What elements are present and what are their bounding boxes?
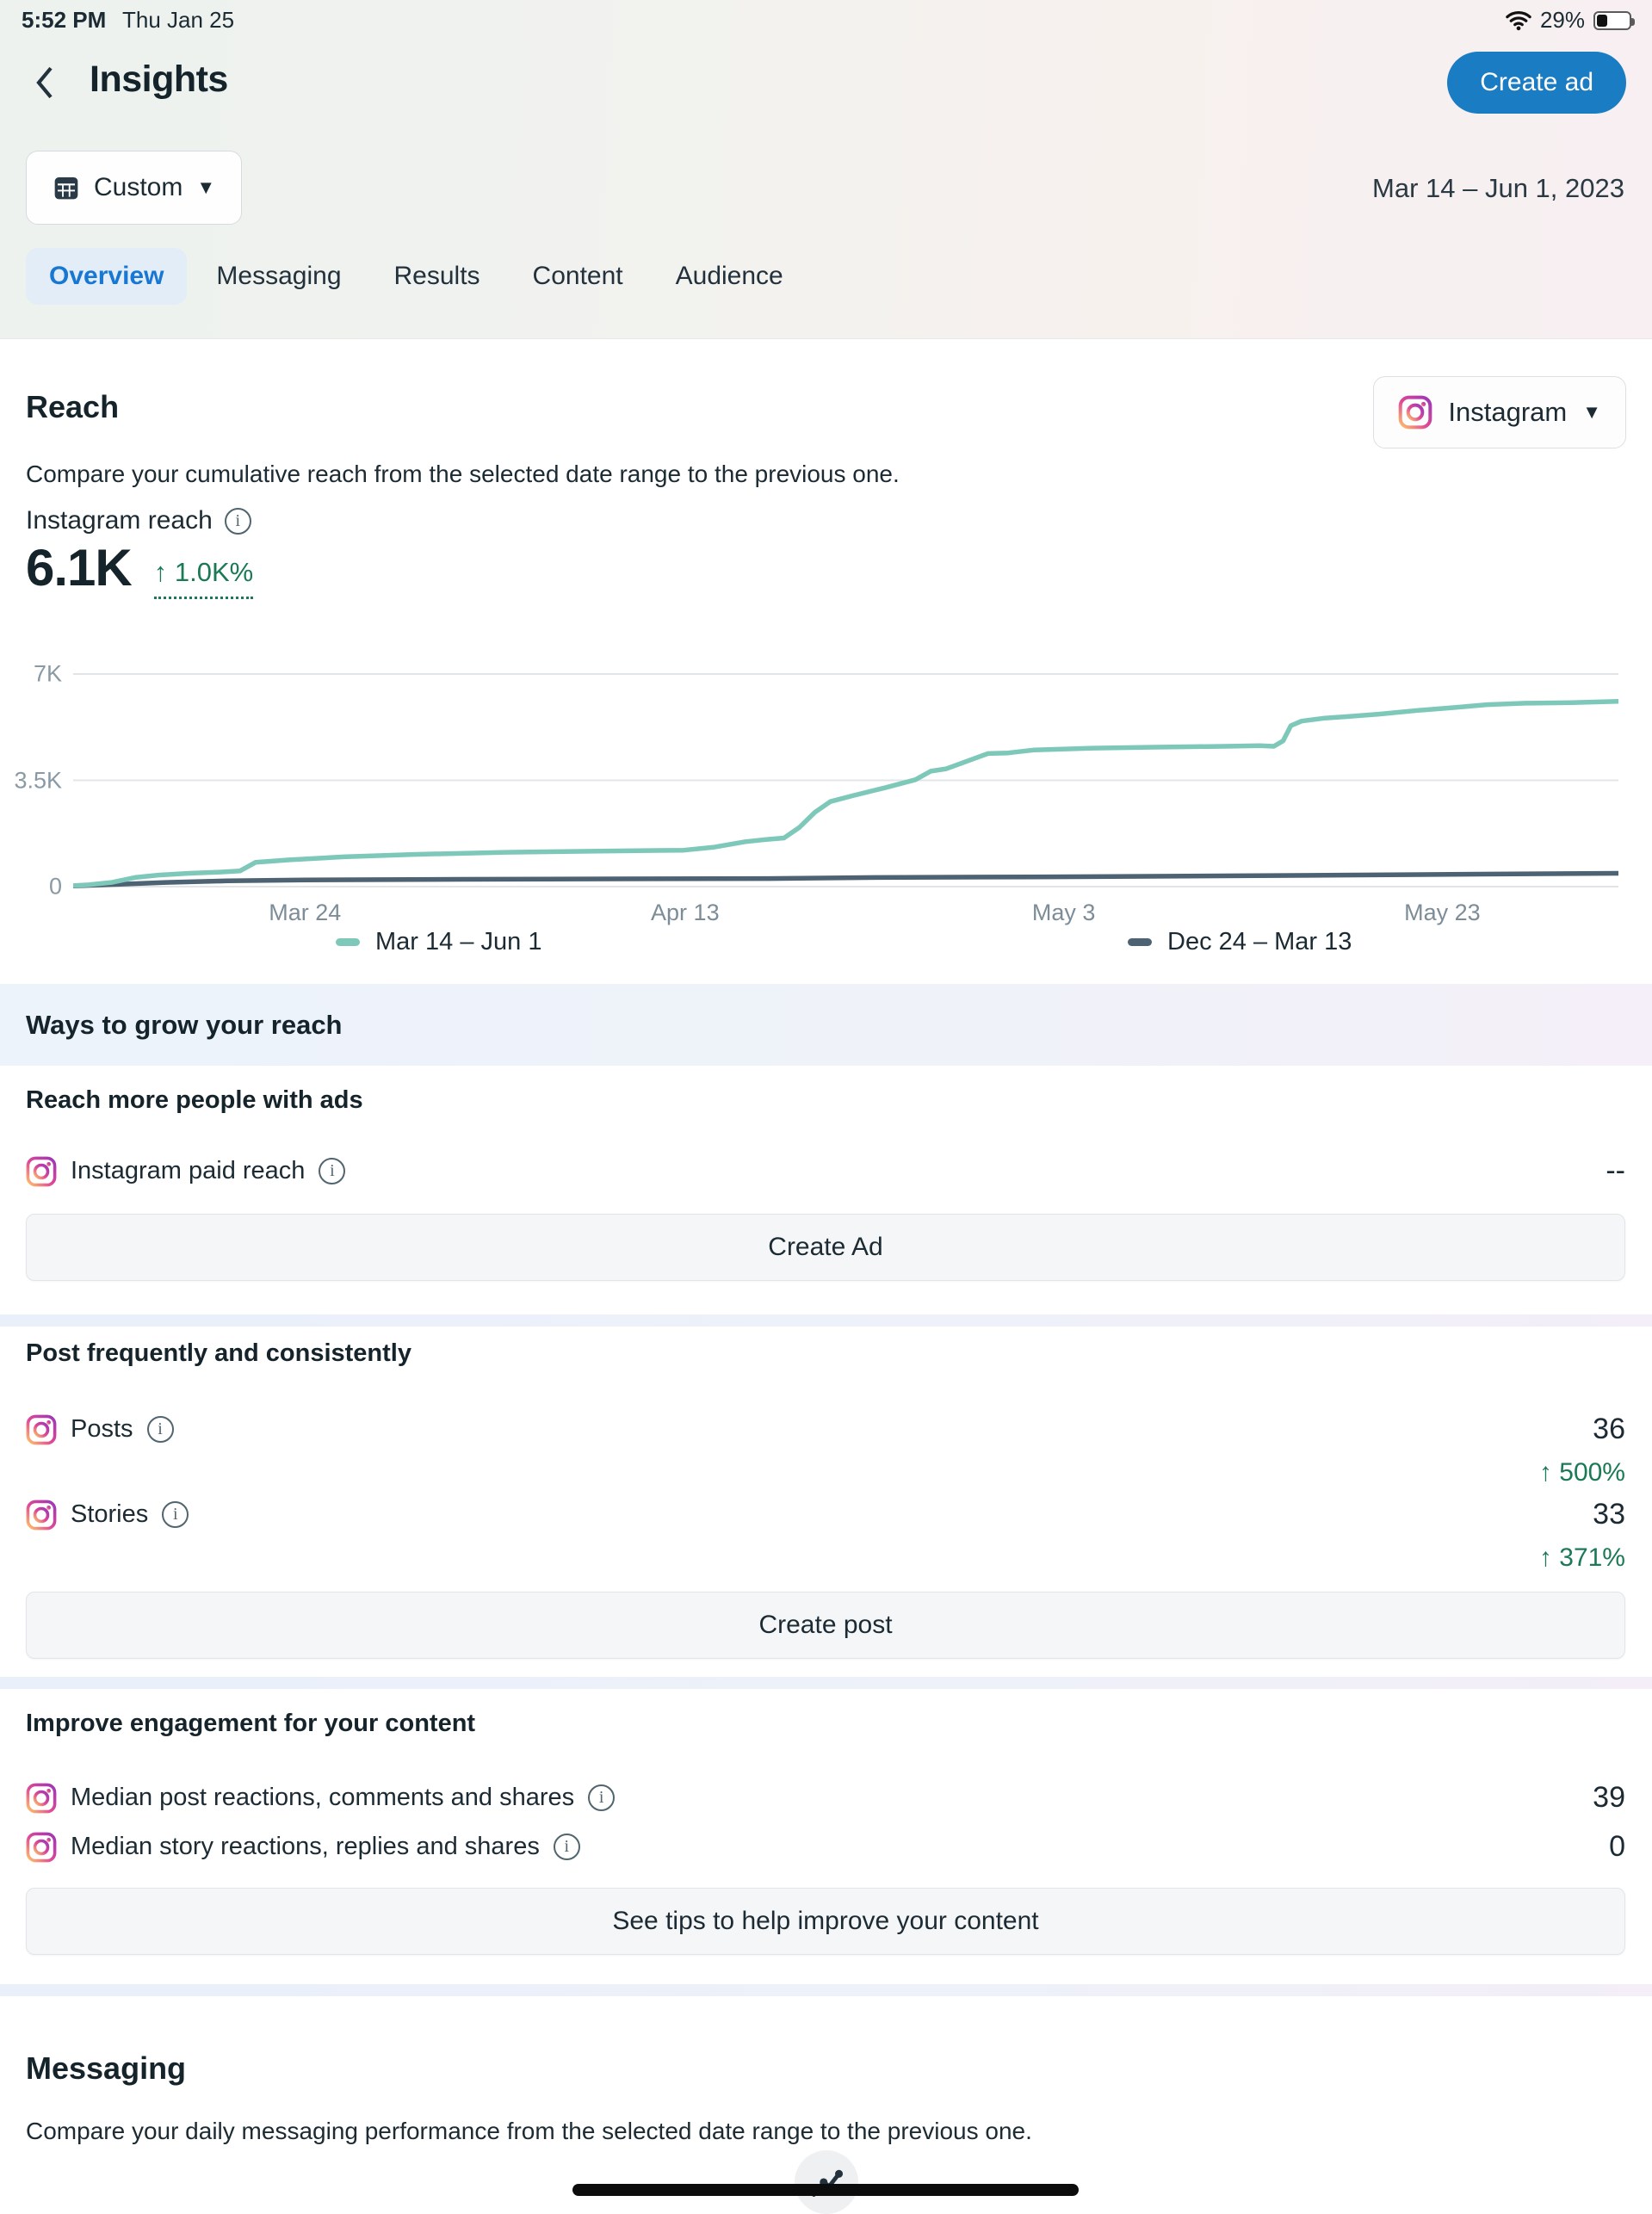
info-icon[interactable]: i: [162, 1501, 189, 1528]
ads-section-title: Reach more people with ads: [26, 1086, 363, 1114]
date-range-label: Mar 14 – Jun 1, 2023: [1372, 173, 1624, 203]
reach-section-title: Reach: [26, 389, 120, 424]
tab-results[interactable]: Results: [371, 248, 504, 305]
posting-section: Post frequently and consistently Posts i…: [26, 1339, 1625, 1659]
legend-item-previous: Dec 24 – Mar 13: [1128, 928, 1352, 956]
legend-item-current: Mar 14 – Jun 1: [336, 928, 541, 956]
instagram-icon: [26, 1156, 57, 1186]
legend-swatch-current: [336, 938, 360, 946]
line-chart: [73, 673, 1618, 889]
section-divider: [0, 1314, 1652, 1327]
info-icon[interactable]: i: [224, 507, 251, 535]
x-tick: May 23: [1404, 900, 1481, 925]
x-tick: Mar 24: [269, 900, 342, 925]
tab-bar: Overview Messaging Results Content Audie…: [26, 248, 813, 305]
battery-percent: 29%: [1539, 7, 1585, 33]
instagram-icon: [26, 1414, 57, 1444]
create-post-button[interactable]: Create post: [26, 1592, 1625, 1659]
create-ad-button[interactable]: Create ad: [1447, 52, 1626, 114]
date-filter-label: Custom: [94, 173, 183, 201]
engagement-section: Improve engagement for your content Medi…: [26, 1710, 1625, 1955]
instagram-icon: [26, 1783, 57, 1813]
median-post-row: Median post reactions, comments and shar…: [26, 1781, 1625, 1815]
instagram-icon: [26, 1832, 57, 1862]
median-post-value: 39: [1593, 1781, 1625, 1814]
info-icon[interactable]: i: [553, 1834, 580, 1860]
x-tick: May 3: [1031, 900, 1096, 925]
platform-selector-label: Instagram: [1448, 397, 1568, 427]
y-tick: 0: [48, 873, 62, 900]
x-tick: Apr 13: [651, 900, 720, 925]
info-icon[interactable]: i: [588, 1784, 616, 1811]
ads-section: Reach more people with ads Instagram pai…: [26, 1086, 1625, 1281]
info-icon[interactable]: i: [146, 1416, 174, 1443]
status-date: Thu Jan 25: [122, 7, 235, 33]
stories-row: Stories i 33: [26, 1498, 1625, 1531]
platform-selector-dropdown[interactable]: Instagram ▼: [1373, 376, 1626, 448]
chevron-left-icon: [36, 66, 53, 98]
status-bar: 5:52 PM Thu Jan 25 29%: [0, 7, 1652, 34]
median-post-label: Median post reactions, comments and shar…: [71, 1784, 575, 1811]
header: 5:52 PM Thu Jan 25 29% Insights Create a…: [0, 0, 1652, 339]
messaging-section-title: Messaging: [26, 2050, 187, 2086]
y-tick: 3.5K: [14, 767, 62, 793]
stories-change: ↑ 371%: [1538, 1543, 1625, 1572]
instagram-icon: [1399, 395, 1432, 430]
date-filter-dropdown[interactable]: Custom ▼: [26, 151, 243, 225]
stories-value: 33: [1593, 1498, 1625, 1531]
see-tips-button[interactable]: See tips to help improve your content: [26, 1888, 1625, 1955]
legend-label-current: Mar 14 – Jun 1: [375, 928, 542, 955]
create-ad-section-button[interactable]: Create Ad: [26, 1214, 1625, 1281]
tab-content[interactable]: Content: [510, 248, 647, 305]
chart-legend: Mar 14 – Jun 1 Dec 24 – Mar 13: [0, 928, 1652, 959]
median-story-value: 0: [1609, 1830, 1625, 1863]
section-divider: [0, 1677, 1652, 1689]
median-story-label: Median story reactions, replies and shar…: [71, 1833, 540, 1860]
median-story-row: Median story reactions, replies and shar…: [26, 1830, 1625, 1864]
messaging-description: Compare your daily messaging performance…: [26, 2118, 1032, 2144]
paid-reach-value: --: [1606, 1154, 1625, 1187]
engagement-section-title: Improve engagement for your content: [26, 1710, 476, 1737]
section-divider: [0, 1984, 1652, 1996]
ways-to-grow-banner: Ways to grow your reach: [0, 984, 1652, 1066]
reach-metric-value: 6.1K: [26, 539, 133, 597]
tab-messaging[interactable]: Messaging: [193, 248, 364, 305]
ways-to-grow-title: Ways to grow your reach: [26, 1009, 343, 1040]
instagram-paid-reach-row: Instagram paid reach i --: [26, 1154, 1625, 1188]
legend-swatch-previous: [1128, 938, 1152, 946]
reach-metric-change: ↑ 1.0K%: [153, 557, 254, 599]
y-tick: 7K: [33, 660, 62, 687]
posts-label: Posts: [71, 1415, 133, 1443]
reach-metric-label-row: Instagram reach i: [26, 506, 251, 535]
stories-label: Stories: [71, 1500, 149, 1528]
floating-chart-button[interactable]: [795, 2150, 858, 2214]
posts-value: 36: [1593, 1413, 1625, 1445]
wifi-icon: [1506, 10, 1531, 30]
legend-label-previous: Dec 24 – Mar 13: [1167, 928, 1352, 955]
posting-section-title: Post frequently and consistently: [26, 1339, 411, 1367]
home-indicator[interactable]: [572, 2184, 1079, 2196]
status-time: 5:52 PM: [22, 7, 107, 33]
page-title: Insights: [90, 59, 228, 100]
tab-overview[interactable]: Overview: [26, 248, 188, 305]
tab-audience[interactable]: Audience: [653, 248, 807, 305]
instagram-icon: [26, 1500, 57, 1530]
info-icon[interactable]: i: [319, 1158, 346, 1184]
posts-row: Posts i 36: [26, 1413, 1625, 1446]
chevron-down-icon: ▼: [1582, 401, 1601, 423]
chevron-down-icon: ▼: [196, 176, 216, 198]
paid-reach-label: Instagram paid reach: [71, 1157, 306, 1184]
reach-description: Compare your cumulative reach from the s…: [26, 461, 900, 487]
back-button[interactable]: [26, 64, 64, 103]
reach-metric-value-row: 6.1K ↑ 1.0K%: [26, 539, 254, 599]
battery-icon: [1593, 10, 1635, 30]
reach-metric-label: Instagram reach: [26, 506, 213, 535]
calendar-icon: [54, 177, 78, 200]
posts-change: ↑ 500%: [1538, 1458, 1625, 1487]
